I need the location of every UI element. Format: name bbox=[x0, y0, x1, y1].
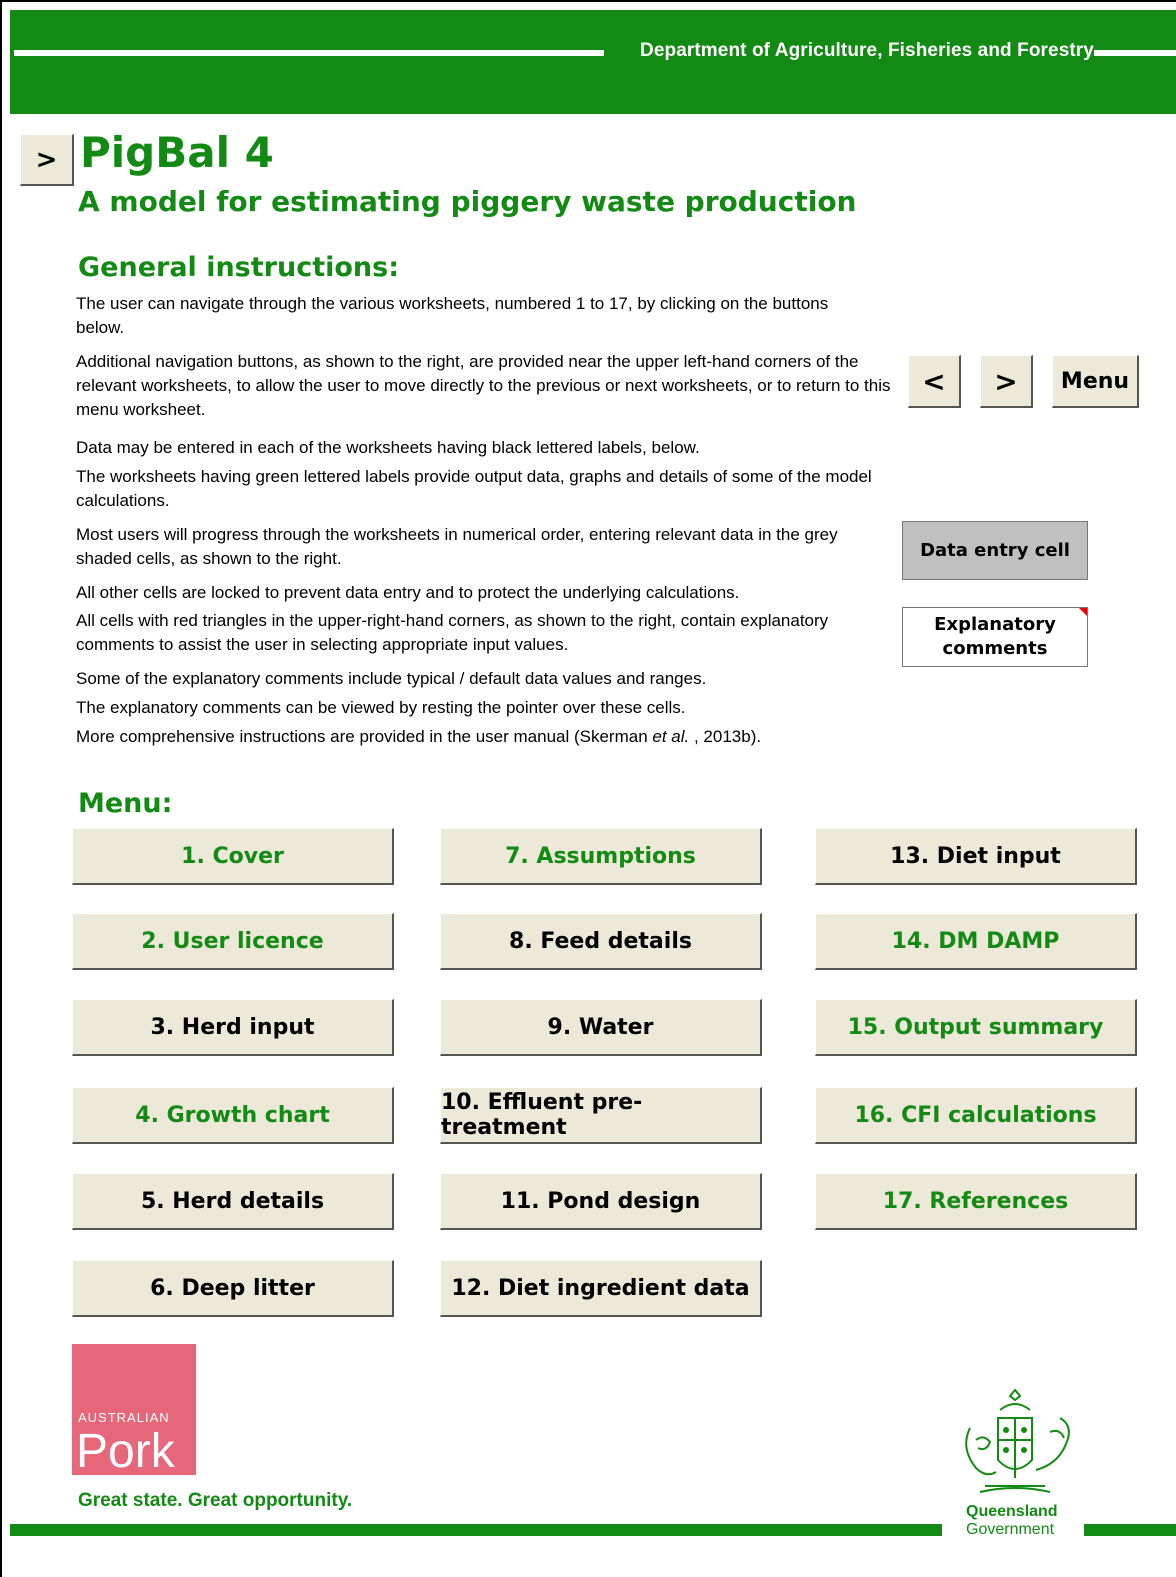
slogan: Great state. Great opportunity. bbox=[78, 1490, 353, 1511]
explanatory-label-1: Explanatory bbox=[934, 614, 1056, 635]
menu-heading: Menu: bbox=[78, 788, 173, 819]
manual-text-etal: et al. bbox=[652, 727, 690, 746]
menu-button-17[interactable]: 17. References bbox=[815, 1173, 1137, 1230]
next-sheet-button-example[interactable]: > bbox=[980, 355, 1033, 408]
instructions-paragraph-8: Some of the explanatory comments include… bbox=[76, 669, 707, 688]
menu-button-14[interactable]: 14. DM DAMP bbox=[815, 913, 1137, 970]
next-sheet-button[interactable]: > bbox=[20, 134, 74, 186]
manual-text-c: , 2013b). bbox=[689, 727, 762, 746]
header-line-left bbox=[14, 50, 604, 56]
pork-logo-small-text: AUSTRALIAN bbox=[78, 1410, 170, 1425]
pork-logo-word: Pork bbox=[76, 1425, 175, 1478]
menu-button-15[interactable]: 15. Output summary bbox=[815, 999, 1137, 1056]
menu-button-11[interactable]: 11. Pond design bbox=[440, 1173, 762, 1230]
menu-button-6[interactable]: 6. Deep litter bbox=[72, 1260, 394, 1317]
explanatory-comments-example: Explanatory comments bbox=[902, 607, 1088, 667]
prev-sheet-button-example[interactable]: < bbox=[908, 355, 961, 408]
footer-line-left bbox=[10, 1524, 942, 1536]
comment-indicator-icon bbox=[1079, 608, 1087, 616]
menu-button-13[interactable]: 13. Diet input bbox=[815, 828, 1137, 885]
page-subtitle: A model for estimating piggery waste pro… bbox=[78, 185, 857, 218]
manual-text-a: More comprehensive instructions are prov… bbox=[76, 727, 653, 746]
menu-button-7[interactable]: 7. Assumptions bbox=[440, 828, 762, 885]
menu-button-10[interactable]: 10. Effluent pre-treatment bbox=[440, 1087, 762, 1144]
instructions-paragraph-5: Most users will progress through the wor… bbox=[76, 525, 838, 568]
menu-button-1[interactable]: 1. Cover bbox=[72, 828, 394, 885]
menu-button-2[interactable]: 2. User licence bbox=[72, 913, 394, 970]
instructions-paragraph-4: The worksheets having green lettered lab… bbox=[76, 467, 872, 510]
header-line-right bbox=[1094, 50, 1176, 56]
menu-button-example[interactable]: Menu bbox=[1052, 355, 1139, 408]
footer-line-right bbox=[1084, 1524, 1176, 1536]
instructions-paragraph-1: The user can navigate through the variou… bbox=[76, 294, 829, 337]
page-frame bbox=[0, 0, 1176, 1577]
queensland-label: Queensland bbox=[966, 1503, 1058, 1520]
queensland-crest-icon bbox=[965, 1388, 1070, 1493]
data-entry-cell-example: Data entry cell bbox=[902, 521, 1088, 580]
government-label: Government bbox=[966, 1521, 1055, 1538]
page-title: PigBal 4 bbox=[80, 128, 274, 177]
instructions-heading: General instructions: bbox=[78, 252, 399, 283]
menu-button-12[interactable]: 12. Diet ingredient data bbox=[440, 1260, 762, 1317]
menu-button-4[interactable]: 4. Growth chart bbox=[72, 1087, 394, 1144]
department-title: Department of Agriculture, Fisheries and… bbox=[640, 40, 1094, 61]
menu-button-3[interactable]: 3. Herd input bbox=[72, 999, 394, 1056]
menu-button-5[interactable]: 5. Herd details bbox=[72, 1173, 394, 1230]
menu-button-16[interactable]: 16. CFI calculations bbox=[815, 1087, 1137, 1144]
instructions-paragraph-6: All other cells are locked to prevent da… bbox=[76, 583, 740, 602]
data-entry-cell-label: Data entry cell bbox=[920, 539, 1070, 561]
instructions-paragraph-10: More comprehensive instructions are prov… bbox=[76, 725, 896, 749]
instructions-paragraph-2: Additional navigation buttons, as shown … bbox=[76, 352, 891, 419]
instructions-paragraph-3: Data may be entered in each of the works… bbox=[76, 438, 700, 457]
menu-button-9[interactable]: 9. Water bbox=[440, 999, 762, 1056]
explanatory-label-2: comments bbox=[942, 638, 1048, 659]
australian-pork-logo: AUSTRALIAN Pork bbox=[72, 1344, 196, 1478]
header-bar: Department of Agriculture, Fisheries and… bbox=[10, 10, 1176, 114]
instructions-paragraph-9: The explanatory comments can be viewed b… bbox=[76, 698, 686, 717]
instructions-paragraph-7: All cells with red triangles in the uppe… bbox=[76, 611, 829, 654]
menu-button-8[interactable]: 8. Feed details bbox=[440, 913, 762, 970]
